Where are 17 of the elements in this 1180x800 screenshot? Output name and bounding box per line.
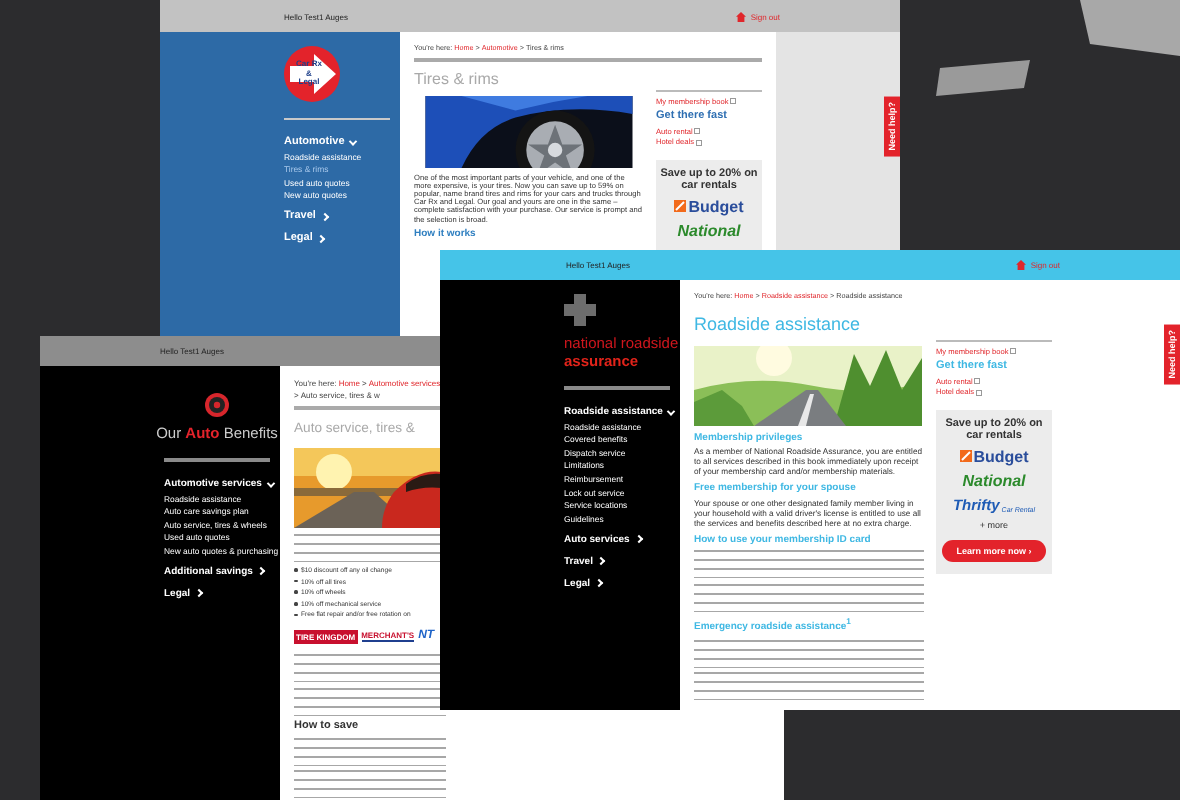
home-icon xyxy=(1016,260,1027,270)
external-link-icon xyxy=(1010,348,1017,354)
gear-icon xyxy=(204,392,230,418)
brand-logo: National xyxy=(962,471,1026,489)
plus-icon xyxy=(564,294,596,326)
brand-logo: Budget xyxy=(688,197,744,215)
budget-mark-icon xyxy=(959,450,972,462)
brand-logo: Budget xyxy=(973,447,1029,465)
external-link-icon xyxy=(730,98,737,104)
road-marking xyxy=(936,60,1032,96)
page-title: Roadside assistance xyxy=(694,314,861,334)
home-icon xyxy=(736,11,747,21)
road-marking xyxy=(1080,0,1180,56)
page-title: Tires & rims xyxy=(414,70,499,88)
budget-mark-icon xyxy=(674,200,687,212)
brand-logo: National xyxy=(677,221,741,239)
arrow-icon xyxy=(290,54,336,94)
